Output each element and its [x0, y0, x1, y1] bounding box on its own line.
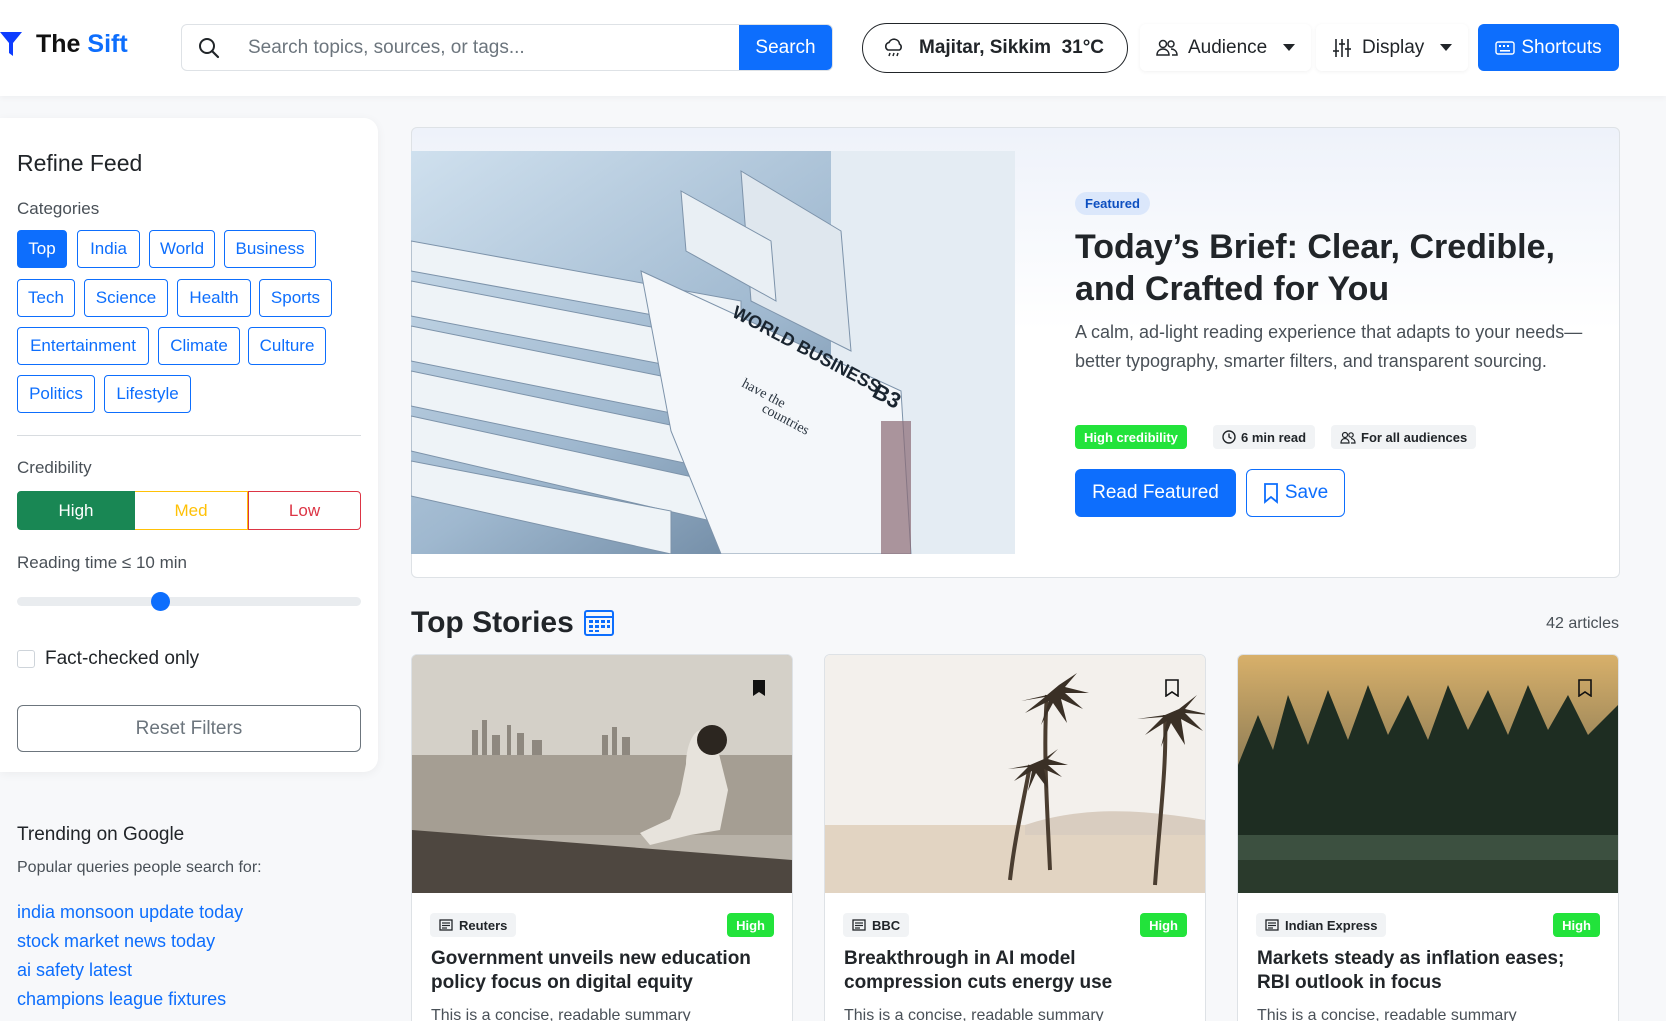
save-button[interactable]: Save	[1246, 469, 1345, 517]
category-top[interactable]: Top	[17, 230, 67, 268]
read-time-badge: 6 min read	[1213, 425, 1316, 449]
story-title[interactable]: Government unveils new education policy …	[431, 947, 776, 995]
story-summary: This is a concise, readable summary	[844, 1007, 1104, 1021]
credibility-label: Credibility	[17, 458, 92, 477]
newspaper-table-icon	[583, 610, 614, 636]
category-tech[interactable]: Tech	[17, 279, 75, 317]
category-business[interactable]: Business	[224, 230, 316, 268]
story-card[interactable]: BBC High Breakthrough in AI model compre…	[824, 654, 1206, 1021]
search-button[interactable]: Search	[739, 25, 832, 70]
credibility-high-button[interactable]: High	[17, 491, 135, 530]
featured-description: A calm, ad-light reading experience that…	[1075, 322, 1583, 371]
story-title[interactable]: Markets steady as inflation eases; RBI o…	[1257, 947, 1602, 995]
featured-newspapers-image: WORLD BUSINESS B3 have the countries	[411, 151, 1015, 554]
category-world[interactable]: World	[149, 230, 215, 268]
fact-checked-filter[interactable]: Fact-checked only	[17, 648, 199, 670]
search-icon	[182, 25, 236, 70]
search-bar: Search	[181, 24, 833, 71]
fact-checked-label: Fact-checked only	[45, 648, 200, 669]
story-image	[412, 655, 792, 893]
bookmark-icon	[1263, 483, 1278, 504]
search-input[interactable]	[236, 25, 739, 70]
category-entertainment[interactable]: Entertainment	[17, 327, 149, 365]
audience-label: Audience	[1188, 36, 1268, 58]
credibility-low-button[interactable]: Low	[248, 491, 361, 530]
reset-filters-button[interactable]: Reset Filters	[17, 705, 361, 752]
category-culture[interactable]: Culture	[248, 327, 326, 365]
category-lifestyle[interactable]: Lifestyle	[104, 375, 191, 413]
clock-icon	[1222, 430, 1236, 444]
categories-label: Categories	[17, 199, 100, 218]
fact-checked-checkbox[interactable]	[17, 650, 35, 668]
credibility-badge: High	[1553, 913, 1600, 937]
newspaper-icon	[852, 919, 866, 931]
newspaper-icon	[1265, 919, 1279, 931]
audience-badge: For all audiences	[1331, 425, 1477, 449]
trending-link[interactable]: india monsoon update today	[17, 902, 243, 923]
category-india[interactable]: India	[77, 230, 140, 268]
cloud-rain-icon	[885, 38, 902, 57]
chevron-down-icon	[1283, 44, 1296, 51]
bookmark-filled-icon[interactable]	[752, 679, 766, 697]
credibility-badge: High	[727, 913, 774, 937]
category-climate[interactable]: Climate	[158, 327, 240, 365]
story-card[interactable]: Reuters High Government unveils new educ…	[411, 654, 793, 1021]
sidebar-divider	[17, 435, 361, 436]
credibility-toggle-group: High Med Low	[17, 491, 361, 530]
refine-feed-title: Refine Feed	[17, 150, 143, 176]
featured-badge: Featured	[1075, 192, 1150, 215]
category-politics[interactable]: Politics	[17, 375, 95, 413]
story-card[interactable]: Indian Express High Markets steady as in…	[1237, 654, 1619, 1021]
trending-link[interactable]: ai safety latest	[17, 960, 132, 981]
keyboard-icon	[1495, 40, 1516, 55]
weather-widget[interactable]: Majitar, Sikkim 31°C	[862, 23, 1128, 73]
trending-subtitle: Popular queries people search for:	[17, 859, 262, 876]
reading-time-slider-thumb[interactable]	[151, 592, 170, 611]
bookmark-icon[interactable]	[1165, 679, 1179, 697]
source-badge: Indian Express	[1256, 913, 1387, 937]
story-title[interactable]: Breakthrough in AI model compression cut…	[844, 947, 1189, 995]
chevron-down-icon	[1440, 44, 1453, 51]
people-icon	[1340, 431, 1356, 444]
featured-title[interactable]: Today’s Brief: Clear, Credible, and Craf…	[1075, 226, 1595, 310]
top-navbar: The Sift Search Majitar, Sikkim 31°C Aud…	[0, 0, 1666, 96]
reading-time-label: Reading time ≤ 10 min	[17, 553, 187, 572]
story-summary: This is a concise, readable summary	[431, 1007, 691, 1021]
category-science[interactable]: Science	[84, 279, 168, 317]
story-summary: This is a concise, readable summary	[1257, 1007, 1517, 1021]
trending-link[interactable]: stock market news today	[17, 931, 215, 952]
top-stories-heading: Top Stories	[411, 606, 614, 640]
category-sports[interactable]: Sports	[259, 279, 332, 317]
people-icon	[1156, 39, 1178, 56]
read-featured-button[interactable]: Read Featured	[1075, 469, 1236, 517]
brand-logo[interactable]: The Sift	[0, 30, 128, 59]
shortcuts-label: Shortcuts	[1521, 36, 1602, 58]
audience-dropdown[interactable]: Audience	[1140, 24, 1312, 71]
sliders-icon	[1333, 38, 1351, 57]
display-label: Display	[1362, 36, 1425, 58]
credibility-badge: High credibility	[1075, 425, 1187, 449]
reading-time-slider[interactable]	[17, 597, 361, 606]
shortcuts-button[interactable]: Shortcuts	[1478, 24, 1619, 71]
article-count: 42 articles	[1546, 615, 1619, 632]
source-badge: BBC	[843, 913, 910, 937]
display-dropdown[interactable]: Display	[1316, 24, 1469, 71]
source-badge: Reuters	[430, 913, 517, 937]
credibility-badge: High	[1140, 913, 1187, 937]
bookmark-icon[interactable]	[1578, 679, 1592, 697]
story-image	[825, 655, 1205, 893]
funnel-icon	[0, 31, 22, 56]
story-image	[1238, 655, 1618, 893]
weather-text: Majitar, Sikkim 31°C	[919, 37, 1105, 58]
trending-title: Trending on Google	[17, 824, 185, 845]
trending-link[interactable]: champions league fixtures	[17, 989, 226, 1010]
newspaper-icon	[439, 919, 453, 931]
brand-name: The Sift	[36, 30, 128, 58]
category-health[interactable]: Health	[177, 279, 251, 317]
credibility-med-button[interactable]: Med	[135, 491, 248, 530]
